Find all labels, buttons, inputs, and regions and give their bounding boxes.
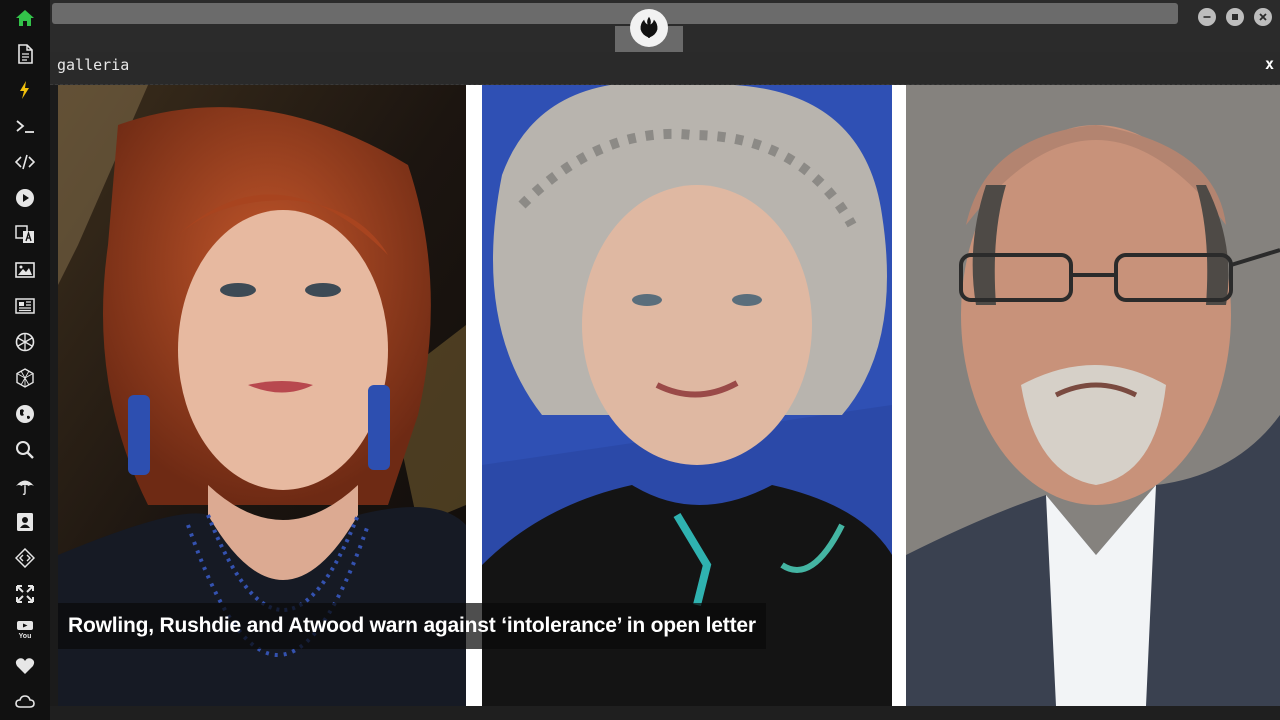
rebel-alliance-logo-icon[interactable] <box>630 9 668 47</box>
expand-icon[interactable] <box>13 582 37 606</box>
home-icon[interactable] <box>13 6 37 30</box>
gallery-image[interactable]: Rowling, Rushdie and Atwood warn against… <box>58 85 1280 706</box>
youtube-icon[interactable]: You <box>13 618 37 642</box>
title-bar <box>50 0 1280 52</box>
lightning-icon[interactable] <box>13 78 37 102</box>
code-icon[interactable] <box>13 150 37 174</box>
minimize-icon[interactable] <box>1198 8 1216 26</box>
sidebar: You <box>0 0 50 720</box>
search-icon[interactable] <box>13 438 37 462</box>
maximize-icon[interactable] <box>1226 8 1244 26</box>
diamond-code-icon[interactable] <box>13 546 37 570</box>
document-icon[interactable] <box>13 42 37 66</box>
translate-icon[interactable] <box>13 222 37 246</box>
gallery-caption: Rowling, Rushdie and Atwood warn against… <box>58 603 766 649</box>
portrait-right <box>906 85 1280 706</box>
cube-icon[interactable] <box>13 366 37 390</box>
aperture-icon[interactable] <box>13 330 37 354</box>
globe-icon[interactable] <box>13 402 37 426</box>
contact-icon[interactable] <box>13 510 37 534</box>
panel-close-button[interactable]: x <box>1265 55 1274 73</box>
image-icon[interactable] <box>13 258 37 282</box>
svg-text:You: You <box>19 633 32 640</box>
umbrella-icon[interactable] <box>13 474 37 498</box>
status-strip <box>50 706 1280 720</box>
close-icon[interactable] <box>1254 8 1272 26</box>
cloud-icon[interactable] <box>13 690 37 714</box>
panel-header: galleria x <box>50 52 1280 85</box>
terminal-icon[interactable] <box>13 114 37 138</box>
panel-title: galleria <box>57 56 130 74</box>
play-icon[interactable] <box>13 186 37 210</box>
heart-icon[interactable] <box>13 654 37 678</box>
news-icon[interactable] <box>13 294 37 318</box>
address-bar[interactable] <box>52 3 1178 24</box>
